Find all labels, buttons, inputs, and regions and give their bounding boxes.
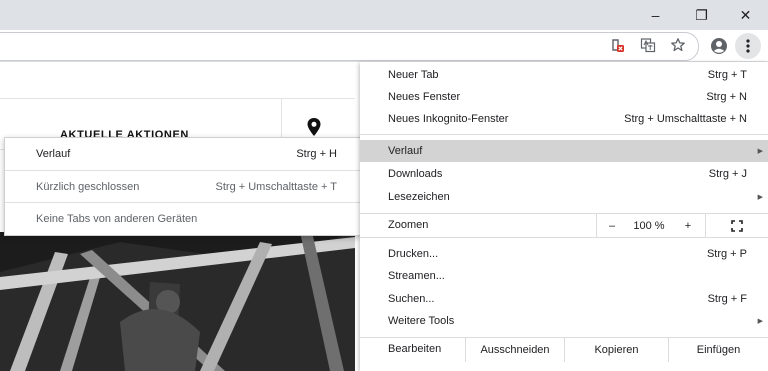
close-button[interactable]: ✕	[723, 0, 768, 30]
menu-item-label: Drucken...	[388, 248, 439, 260]
menu-item-label: Streamen...	[388, 270, 445, 282]
menu-divider	[360, 134, 768, 135]
profile-icon[interactable]	[706, 33, 732, 59]
history-submenu: Verlauf Strg + H Kürzlich geschlossen St…	[4, 137, 361, 236]
submenu-item-no-tabs-other-devices: Keine Tabs von anderen Geräten	[5, 203, 360, 234]
bookmark-star-icon[interactable]	[670, 37, 686, 53]
address-bar[interactable]	[0, 32, 699, 61]
zoom-in-button[interactable]: +	[671, 214, 705, 237]
minimize-button[interactable]: –	[633, 0, 678, 30]
menu-edit-row: Bearbeiten Ausschneiden Kopieren Einfüge…	[360, 338, 768, 362]
fullscreen-icon	[731, 219, 743, 232]
zoom-out-button[interactable]: –	[597, 214, 627, 237]
submenu-item-label: Keine Tabs von anderen Geräten	[36, 212, 198, 225]
menu-item-shortcut: Strg + F	[707, 293, 747, 305]
menu-item-find[interactable]: Suchen... Strg + F	[360, 288, 768, 310]
menu-item-label: Neues Fenster	[388, 91, 461, 103]
more-menu-icon[interactable]	[735, 33, 761, 59]
menu-item-shortcut: Strg + N	[706, 91, 747, 103]
zoom-label: Zoomen	[388, 219, 429, 231]
menu-item-new-incognito-window[interactable]: Neues Inkognito-Fenster Strg + Umschaltt…	[360, 108, 768, 130]
menu-item-bookmarks[interactable]: Lesezeichen ▶	[360, 186, 768, 208]
copy-button[interactable]: Kopieren	[565, 338, 668, 362]
chrome-main-menu: Neuer Tab Strg + T Neues Fenster Strg + …	[360, 62, 768, 371]
cut-button[interactable]: Ausschneiden	[466, 338, 564, 362]
menu-item-label: Downloads	[388, 168, 443, 180]
menu-item-shortcut: Strg + Umschalttaste + N	[624, 113, 747, 125]
submenu-arrow-icon: ▶	[757, 194, 763, 201]
menu-item-history[interactable]: Verlauf ▶	[360, 140, 768, 162]
menu-item-more-tools[interactable]: Weitere Tools ▶	[360, 310, 768, 332]
menu-zoom-row: Zoomen – 100 % +	[360, 214, 768, 237]
page-top-strip	[0, 62, 355, 99]
menu-item-downloads[interactable]: Downloads Strg + J	[360, 163, 768, 185]
window-titlebar: – ❐ ✕	[0, 0, 768, 30]
menu-item-new-window[interactable]: Neues Fenster Strg + N	[360, 86, 768, 108]
translate-icon[interactable]	[640, 37, 656, 53]
submenu-item-label: Verlauf	[36, 147, 71, 160]
site-blocked-icon[interactable]	[609, 37, 625, 53]
menu-item-label: Suchen...	[388, 293, 435, 305]
menu-item-label: Neues Inkognito-Fenster	[388, 113, 509, 125]
submenu-arrow-icon: ▶	[757, 318, 763, 325]
browser-toolbar	[0, 30, 768, 62]
menu-divider	[360, 237, 768, 238]
hero-image	[0, 232, 355, 371]
menu-item-label: Neuer Tab	[388, 69, 439, 81]
menu-item-shortcut: Strg + T	[707, 69, 747, 81]
menu-item-shortcut: Strg + J	[708, 168, 747, 180]
menu-item-label: Verlauf	[388, 145, 423, 157]
submenu-item-recently-closed[interactable]: Kürzlich geschlossen Strg + Umschalttast…	[5, 171, 360, 202]
fullscreen-button[interactable]	[706, 214, 768, 237]
submenu-item-shortcut: Strg + Umschalttaste + T	[215, 180, 337, 193]
menu-item-label: Lesezeichen	[388, 191, 450, 203]
submenu-item-history[interactable]: Verlauf Strg + H	[5, 138, 360, 169]
submenu-item-label: Kürzlich geschlossen	[36, 180, 140, 193]
maximize-button[interactable]: ❐	[679, 0, 724, 30]
submenu-arrow-icon: ▶	[757, 148, 763, 155]
paste-button[interactable]: Einfügen	[669, 338, 768, 362]
menu-item-cast[interactable]: Streamen...	[360, 265, 768, 287]
submenu-item-shortcut: Strg + H	[296, 147, 337, 160]
edit-label: Bearbeiten	[388, 343, 442, 355]
menu-item-shortcut: Strg + P	[706, 248, 747, 260]
menu-item-print[interactable]: Drucken... Strg + P	[360, 243, 768, 265]
menu-item-label: Weitere Tools	[388, 315, 455, 327]
zoom-level: 100 %	[633, 219, 665, 232]
menu-item-new-tab[interactable]: Neuer Tab Strg + T	[360, 64, 768, 86]
